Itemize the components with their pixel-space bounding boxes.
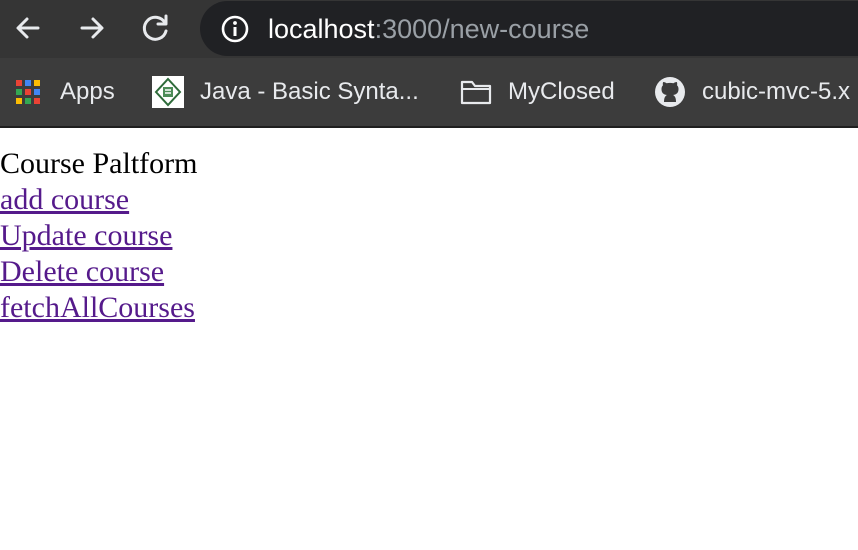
arrow-right-icon: [80, 17, 104, 39]
bookmark-label: MyClosed: [508, 78, 615, 105]
apps-grid-icon: [12, 76, 44, 108]
folder-icon: [460, 76, 492, 108]
bookmarks-bar: Apps Java - Basic Synta... MyClosed cubi…: [0, 58, 858, 126]
bookmark-cubic-mvc[interactable]: cubic-mvc-5.x: [654, 74, 850, 110]
back-button[interactable]: [8, 8, 48, 48]
page-content: Course Paltform add course Update course…: [0, 146, 858, 326]
browser-toolbar: localhost:3000/new-course: [0, 0, 858, 58]
reload-button[interactable]: [136, 8, 176, 48]
java-favicon-icon: [152, 76, 184, 108]
bookmark-label: Apps: [60, 78, 115, 105]
bookmark-label: cubic-mvc-5.x: [702, 78, 851, 105]
bookmark-myclosed[interactable]: MyClosed: [460, 74, 615, 110]
page-title: Course Paltform: [0, 147, 198, 180]
arrow-left-icon: [16, 17, 40, 39]
bookmark-apps[interactable]: Apps: [12, 74, 115, 110]
bookmark-java-basic-syntax[interactable]: Java - Basic Synta...: [152, 74, 419, 110]
bookmarks-bar-divider: [0, 126, 858, 128]
forward-button[interactable]: [72, 8, 112, 48]
address-bar[interactable]: localhost:3000/new-course: [200, 1, 858, 56]
fetch-all-courses-link[interactable]: fetchAllCourses: [0, 290, 195, 326]
github-icon: [654, 76, 686, 108]
url-path: :3000/new-course: [374, 14, 590, 44]
browser-chrome: localhost:3000/new-course Apps Java - Ba…: [0, 0, 858, 128]
url-text[interactable]: localhost:3000/new-course: [268, 14, 589, 44]
delete-course-link[interactable]: Delete course: [0, 254, 164, 290]
bookmark-label: Java - Basic Synta...: [200, 78, 419, 105]
update-course-link[interactable]: Update course: [0, 218, 172, 254]
url-host: localhost: [268, 14, 375, 44]
reload-icon: [142, 14, 168, 41]
add-course-link[interactable]: add course: [0, 182, 129, 218]
site-info-icon[interactable]: [220, 14, 250, 44]
